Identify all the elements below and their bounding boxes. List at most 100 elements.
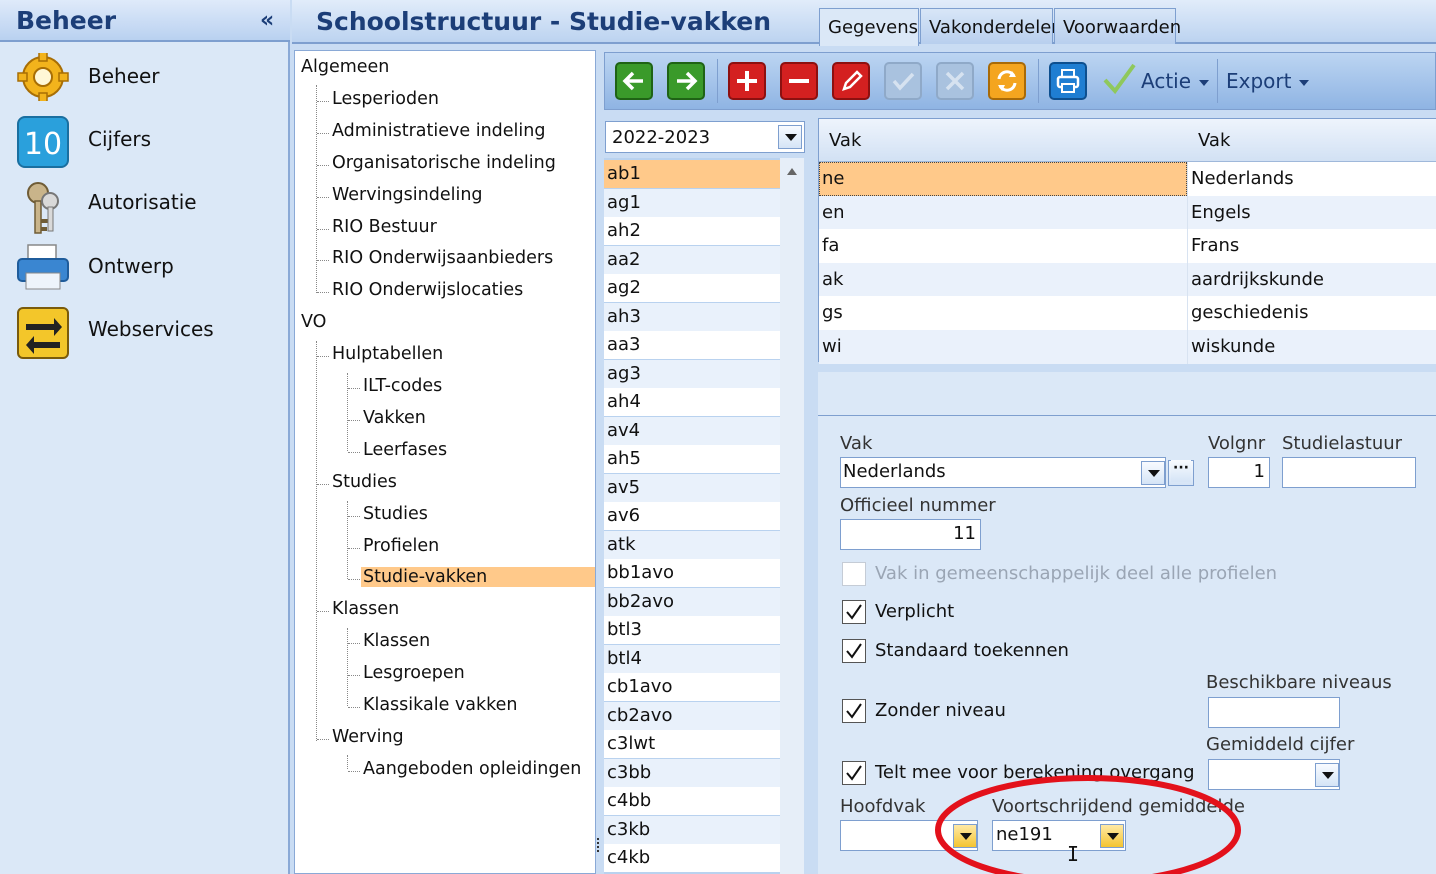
telt-mee-checkbox[interactable]: [842, 761, 866, 785]
tree-node[interactable]: Lesgroepen: [363, 663, 465, 683]
chevron-down-icon[interactable]: [1100, 824, 1124, 848]
gemeenschappelijk-checkbox[interactable]: [842, 562, 866, 586]
chevron-down-icon[interactable]: [1141, 461, 1165, 485]
studies-list-scrollbar[interactable]: [780, 158, 804, 874]
forward-arrow-icon[interactable]: [667, 62, 705, 100]
study-list-item[interactable]: ag2: [604, 274, 780, 302]
edit-pencil-icon[interactable]: [832, 62, 870, 100]
study-list-item[interactable]: aa3: [604, 331, 780, 359]
cancel-x-icon[interactable]: [936, 62, 974, 100]
study-list-item[interactable]: ab1: [604, 160, 780, 188]
tree-node[interactable]: Klassikale vakken: [363, 695, 517, 715]
voortschrijdend-gemiddelde-select[interactable]: ne191: [992, 820, 1126, 851]
study-list-item[interactable]: c3bb: [604, 758, 780, 787]
study-list-item[interactable]: c3lwt: [604, 730, 780, 758]
back-arrow-icon[interactable]: [615, 62, 653, 100]
tab-gegevens[interactable]: Gegevens: [819, 8, 919, 46]
chevron-down-icon[interactable]: [778, 125, 802, 149]
zonder-niveau-checkbox[interactable]: [842, 699, 866, 723]
gemiddeld-cijfer-select[interactable]: [1208, 759, 1340, 790]
school-year-select[interactable]: 2022-2023: [605, 121, 805, 153]
vak-select[interactable]: Nederlands: [840, 457, 1166, 488]
study-list-item[interactable]: ag1: [604, 188, 780, 217]
study-list-item[interactable]: ag3: [604, 359, 780, 388]
tree-node[interactable]: Administratieve indeling: [332, 121, 545, 141]
refresh-icon[interactable]: [988, 62, 1026, 100]
tree-node[interactable]: ILT-codes: [363, 376, 442, 396]
study-list-item[interactable]: bb2avo: [604, 587, 780, 616]
tree-node[interactable]: Aangeboden opleidingen: [363, 759, 581, 779]
tree-node[interactable]: RIO Bestuur: [332, 217, 437, 237]
study-list-item[interactable]: btl4: [604, 644, 780, 673]
column-header-name[interactable]: Vak: [1188, 119, 1436, 162]
sidebar-item-ontwerp[interactable]: Ontwerp: [0, 238, 286, 296]
beschikbare-niveaus-field[interactable]: [1208, 697, 1340, 728]
tree-node[interactable]: Studie-vakken: [361, 567, 595, 588]
verplicht-checkbox[interactable]: [842, 600, 866, 624]
study-list-item[interactable]: ah2: [604, 217, 780, 245]
column-header-code[interactable]: Vak: [819, 119, 1189, 162]
study-list-item[interactable]: btl3: [604, 616, 780, 644]
export-menu-button[interactable]: Export: [1226, 69, 1291, 93]
studielastuur-field[interactable]: [1282, 457, 1416, 488]
tree-node[interactable]: Organisatorische indeling: [332, 153, 556, 173]
chevron-down-icon[interactable]: [1315, 763, 1339, 787]
sidebar-item-cijfers[interactable]: 10 Cijfers: [0, 111, 286, 169]
table-row[interactable]: fa Frans: [819, 229, 1436, 263]
study-list-item[interactable]: ah3: [604, 302, 780, 331]
study-list-item[interactable]: ah5: [604, 445, 780, 473]
study-list-item[interactable]: av4: [604, 416, 780, 445]
table-row[interactable]: en Engels: [819, 195, 1436, 230]
sidebar-item-autorisatie[interactable]: Autorisatie: [0, 174, 286, 234]
collapse-sidebar-button[interactable]: «: [260, 8, 274, 33]
tree-node[interactable]: Werving: [332, 727, 404, 747]
standaard-toekennen-checkbox[interactable]: [842, 639, 866, 663]
study-list-item[interactable]: c4bb: [604, 787, 780, 815]
remove-icon[interactable]: [780, 62, 818, 100]
study-list-item[interactable]: c3kb: [604, 815, 780, 844]
table-row[interactable]: ak aardrijkskunde: [819, 262, 1436, 297]
tree-node[interactable]: RIO Onderwijslocaties: [332, 280, 523, 300]
tree-node[interactable]: Studies: [332, 472, 397, 492]
study-list-item[interactable]: atk: [604, 530, 780, 559]
tree-node[interactable]: Studies: [363, 504, 428, 524]
study-list-item[interactable]: bb1avo: [604, 559, 780, 587]
tree-node[interactable]: RIO Onderwijsaanbieders: [332, 248, 553, 268]
tree-node[interactable]: Profielen: [363, 536, 439, 556]
study-list-item[interactable]: cb2avo: [604, 701, 780, 730]
actie-menu-button[interactable]: Actie: [1141, 69, 1191, 93]
add-icon[interactable]: [728, 62, 766, 100]
officieel-nummer-field[interactable]: 11: [840, 519, 981, 550]
page-title: Schoolstructuur - Studie-vakken: [316, 7, 772, 36]
tree-node[interactable]: Algemeen: [301, 57, 389, 77]
study-list-item[interactable]: aa2: [604, 245, 780, 274]
tree-node[interactable]: Klassen: [363, 631, 430, 651]
print-icon[interactable]: [1049, 62, 1087, 100]
tree-node[interactable]: Vakken: [363, 408, 426, 428]
table-row[interactable]: ne Nederlands: [819, 162, 1436, 196]
study-list-item[interactable]: cb1avo: [604, 673, 780, 701]
study-list-item[interactable]: c4kb: [604, 844, 780, 872]
tab-vakonderdelen[interactable]: Vakonderdelen: [920, 8, 1063, 44]
table-row[interactable]: gs geschiedenis: [819, 296, 1436, 330]
splitter-grip[interactable]: [597, 838, 601, 852]
sidebar-item-beheer[interactable]: Beheer: [0, 48, 286, 106]
tree-node[interactable]: Leerfases: [363, 440, 447, 460]
hoofdvak-select[interactable]: [840, 820, 978, 851]
study-list-item[interactable]: ah4: [604, 388, 780, 416]
study-list-item[interactable]: av6: [604, 502, 780, 530]
tree-node[interactable]: Lesperioden: [332, 89, 439, 109]
scroll-up-icon[interactable]: [787, 168, 797, 175]
tree-node[interactable]: VO: [301, 312, 326, 332]
tab-voorwaarden[interactable]: Voorwaarden: [1054, 8, 1181, 44]
study-list-item[interactable]: av5: [604, 473, 780, 502]
telt-mee-label: Telt mee voor berekening overgang: [875, 762, 1195, 783]
chevron-down-icon[interactable]: [953, 824, 977, 848]
tree-node[interactable]: Wervingsindeling: [332, 185, 483, 205]
table-row[interactable]: wi wiskunde: [819, 329, 1436, 364]
confirm-check-icon[interactable]: [884, 62, 922, 100]
tree-node[interactable]: Klassen: [332, 599, 399, 619]
tree-node[interactable]: Hulptabellen: [332, 344, 443, 364]
volgnr-field[interactable]: 1: [1208, 457, 1270, 488]
sidebar-item-webservices[interactable]: Webservices: [0, 301, 286, 359]
